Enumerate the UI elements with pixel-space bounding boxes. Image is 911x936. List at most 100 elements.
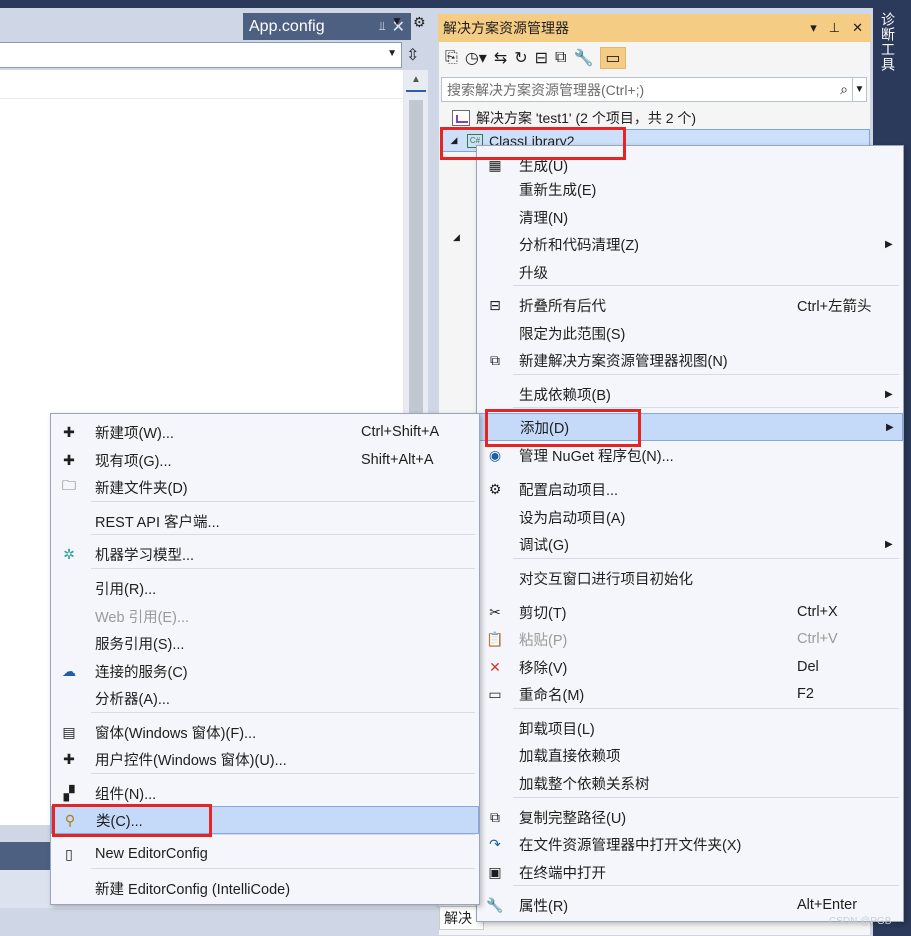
context-menu-item[interactable]: 调试(G) ▶ bbox=[477, 530, 903, 558]
menu-item-label: 复制完整路径(U) bbox=[519, 810, 627, 827]
submenu-arrow-icon: ▶ bbox=[885, 538, 893, 550]
open-folder-icon: ↷ bbox=[489, 835, 501, 852]
context-menu-item[interactable]: ⧉ 新建解决方案资源管理器视图(N) bbox=[477, 346, 903, 374]
add-menu-item[interactable]: REST API 客户端... bbox=[51, 507, 479, 535]
context-menu-item[interactable]: 生成依赖项(B) ▶ bbox=[477, 380, 903, 408]
context-menu-item[interactable]: 加载整个依赖关系树 bbox=[477, 769, 903, 797]
new-folder-icon: 🗀 bbox=[62, 477, 76, 493]
context-menu-item[interactable]: ⧉ 复制完整路径(U) bbox=[477, 803, 903, 831]
context-menu-item[interactable]: ◉ 管理 NuGet 程序包(N)... bbox=[477, 441, 903, 469]
context-menu-item[interactable]: 限定为此范围(S) bbox=[477, 319, 903, 347]
context-menu-item[interactable]: ⚙ 配置启动项目... bbox=[477, 475, 903, 503]
scroll-up-icon[interactable]: ▲ bbox=[411, 74, 421, 85]
context-menu-item[interactable]: 设为启动项目(A) bbox=[477, 503, 903, 531]
menu-separator bbox=[513, 407, 899, 408]
add-menu-item[interactable]: ▯ New EditorConfig bbox=[51, 840, 479, 868]
context-menu-item[interactable]: ✕ 移除(V) Del bbox=[477, 653, 903, 681]
menu-item-label: 设为启动项目(A) bbox=[519, 510, 626, 527]
context-menu-item[interactable]: 升级 bbox=[477, 258, 903, 286]
menu-item-label: 加载整个依赖关系树 bbox=[519, 776, 650, 793]
menu-item-label: 新建 EditorConfig (IntelliCode) bbox=[95, 881, 291, 898]
context-menu-item[interactable]: 分析和代码清理(Z) ▶ bbox=[477, 230, 903, 258]
search-icon[interactable]: ⌕ bbox=[840, 81, 848, 98]
context-menu-item[interactable]: 添加(D) ▶ bbox=[477, 413, 903, 441]
menu-separator bbox=[91, 712, 475, 713]
add-menu-item[interactable]: ✚ 新建项(W)... Ctrl+Shift+A bbox=[51, 418, 479, 446]
add-menu-item[interactable]: 分析器(A)... bbox=[51, 684, 479, 712]
preview-icon[interactable]: ▭ bbox=[600, 47, 626, 69]
menu-item-label: 新建解决方案资源管理器视图(N) bbox=[519, 353, 728, 370]
navigation-dropdown[interactable]: ▼ bbox=[0, 42, 402, 68]
context-menu-item[interactable]: 📋 粘贴(P) Ctrl+V bbox=[477, 625, 903, 653]
menu-item-label: 对交互窗口进行项目初始化 bbox=[519, 571, 693, 588]
tab-label: App.config bbox=[249, 17, 325, 35]
add-menu-item[interactable]: ▤ 窗体(Windows 窗体)(F)... bbox=[51, 718, 479, 746]
solution-node[interactable]: 解决方案 'test1' (2 个项目，共 2 个) bbox=[452, 107, 696, 129]
pin-icon[interactable]: ⫫ bbox=[379, 19, 386, 34]
diagnostics-tools-tab[interactable]: 诊断工具 bbox=[878, 12, 898, 72]
menu-separator bbox=[513, 708, 899, 709]
context-menu-item[interactable]: 清理(N) bbox=[477, 203, 903, 231]
pending-changes-icon[interactable]: ◷▾ bbox=[465, 48, 487, 68]
menu-separator bbox=[91, 773, 475, 774]
show-all-files-icon[interactable]: ⧉ bbox=[555, 49, 566, 67]
search-placeholder: 搜索解决方案资源管理器(Ctrl+;) bbox=[447, 81, 645, 98]
add-menu-item[interactable]: 新建 EditorConfig (IntelliCode) bbox=[51, 874, 479, 902]
tab-app-config[interactable]: App.config ⫫ ✕ bbox=[243, 13, 411, 40]
add-menu-item[interactable]: Web 引用(E)... bbox=[51, 602, 479, 630]
add-menu-item[interactable]: 🗀 新建文件夹(D) bbox=[51, 473, 479, 501]
add-menu-item[interactable]: 服务引用(S)... bbox=[51, 629, 479, 657]
gear-icon[interactable]: ⚙ bbox=[413, 14, 426, 31]
expand-icon[interactable]: ◢ bbox=[441, 135, 467, 146]
menu-item-shortcut: Ctrl+X bbox=[797, 604, 838, 620]
context-menu-item[interactable]: 🔧 属性(R) Alt+Enter bbox=[477, 891, 903, 919]
add-menu-item[interactable]: ✚ 用户控件(Windows 窗体)(U)... bbox=[51, 745, 479, 773]
add-menu-item[interactable]: ▞ 组件(N)... bbox=[51, 779, 479, 807]
chevron-down-icon[interactable]: ▼ bbox=[391, 14, 403, 28]
close-icon[interactable]: ✕ bbox=[852, 20, 863, 36]
copy-icon: ⧉ bbox=[490, 808, 500, 825]
add-menu-item[interactable]: ☁ 连接的服务(C) bbox=[51, 657, 479, 685]
menu-item-label: 粘贴(P) bbox=[519, 632, 568, 649]
menu-item-label: 在文件资源管理器中打开文件夹(X) bbox=[519, 837, 742, 854]
context-menu-item[interactable]: ⊟ 折叠所有后代 Ctrl+左箭头 bbox=[477, 291, 903, 319]
context-menu-item[interactable]: 加载直接依赖项 bbox=[477, 741, 903, 769]
context-menu-item[interactable]: ✂ 剪切(T) Ctrl+X bbox=[477, 598, 903, 626]
menu-item-shortcut: Ctrl+Shift+A bbox=[361, 424, 440, 440]
context-menu-item[interactable]: 重新生成(E) bbox=[477, 175, 903, 203]
menu-item-label: 引用(R)... bbox=[95, 581, 157, 598]
scissors-icon: ✂ bbox=[489, 603, 501, 620]
wrench-icon[interactable]: 🔧 bbox=[573, 48, 593, 68]
add-menu-item[interactable]: ⚲ 类(C)... bbox=[51, 806, 479, 834]
context-menu-item[interactable]: ↷ 在文件资源管理器中打开文件夹(X) bbox=[477, 830, 903, 858]
chevron-down-icon[interactable]: ▼ bbox=[852, 78, 866, 101]
component-icon: ▞ bbox=[63, 784, 75, 801]
menu-item-label: 重新生成(E) bbox=[519, 182, 597, 199]
context-menu-item[interactable]: ▭ 重命名(M) F2 bbox=[477, 680, 903, 708]
solution-explorer-search[interactable]: 搜索解决方案资源管理器(Ctrl+;) ⌕ ▼ bbox=[441, 77, 867, 102]
context-menu-item[interactable]: 对交互窗口进行项目初始化 bbox=[477, 564, 903, 592]
window-position-icon[interactable]: ▾ bbox=[810, 20, 817, 36]
split-view-icon[interactable]: ⇳ bbox=[406, 45, 419, 65]
add-menu-item[interactable]: 引用(R)... bbox=[51, 574, 479, 602]
expand-icon[interactable]: ◢ bbox=[453, 232, 460, 243]
new-item-icon: ✚ bbox=[63, 423, 75, 440]
context-menu-item[interactable]: 卸载项目(L) bbox=[477, 714, 903, 742]
menu-separator bbox=[91, 501, 475, 502]
menu-separator bbox=[91, 868, 475, 869]
panel-title: 解决方案资源管理器 bbox=[443, 20, 569, 36]
existing-item-icon: ✚ bbox=[63, 451, 75, 468]
context-menu-item[interactable]: ▣ 在终端中打开 bbox=[477, 858, 903, 886]
scroll-thumb[interactable] bbox=[409, 100, 423, 430]
sync-icon[interactable]: ⇆ bbox=[494, 48, 507, 68]
pin-icon[interactable]: ⊥ bbox=[829, 20, 840, 36]
watermark: CSDN @PGB bbox=[829, 916, 892, 927]
refresh-icon[interactable]: ↻ bbox=[514, 48, 527, 68]
tab-label: 解决 bbox=[444, 910, 472, 926]
add-menu-item[interactable]: ✲ 机器学习模型... bbox=[51, 540, 479, 568]
switch-views-icon[interactable]: ⎘ bbox=[445, 49, 458, 67]
menu-item-label: 配置启动项目... bbox=[519, 482, 619, 499]
menu-item-label: 属性(R) bbox=[519, 898, 569, 915]
add-menu-item[interactable]: ✚ 现有项(G)... Shift+Alt+A bbox=[51, 446, 479, 474]
collapse-all-icon[interactable]: ⊟ bbox=[535, 48, 548, 68]
